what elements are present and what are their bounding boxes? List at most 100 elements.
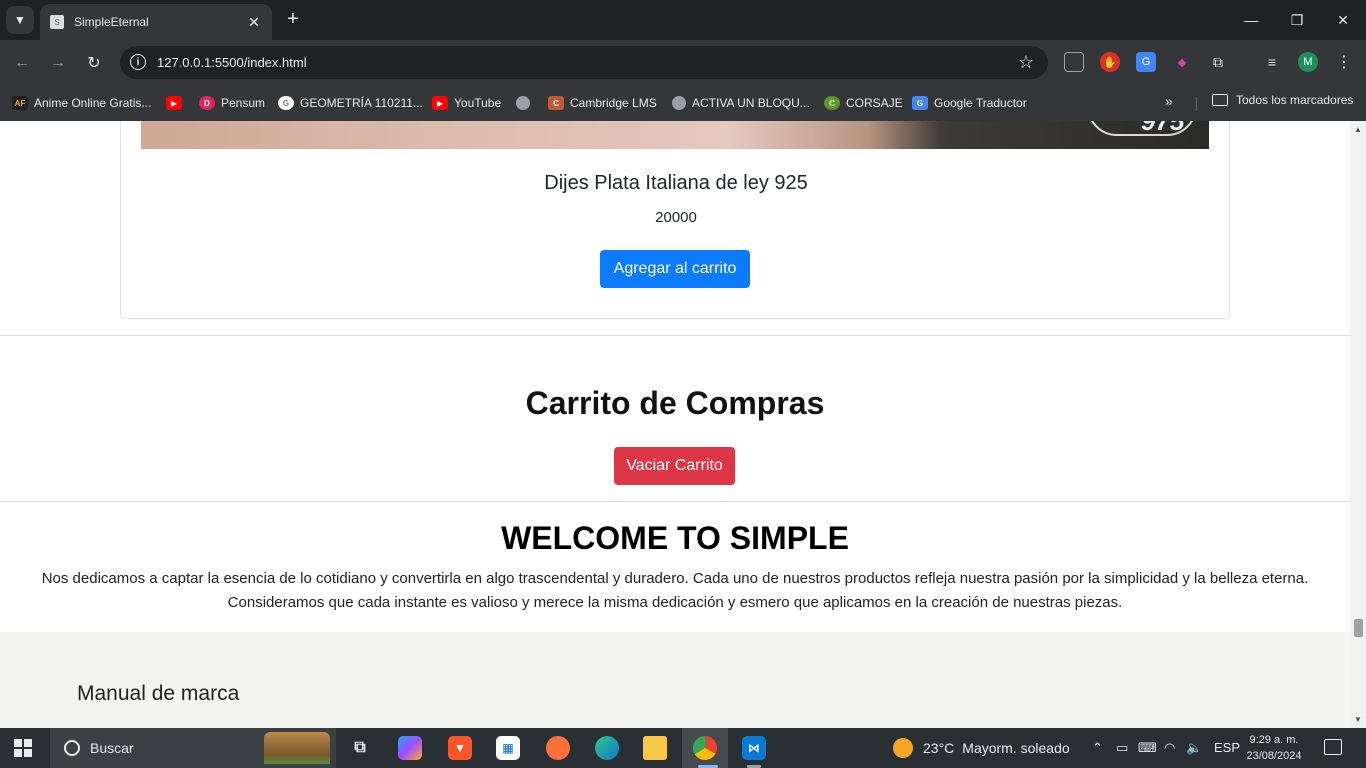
- adblock-hand-icon[interactable]: ✋: [1100, 52, 1120, 72]
- url-text[interactable]: 127.0.0.1:5500/index.html: [157, 55, 307, 70]
- section-divider: [0, 501, 1350, 502]
- site-favicon-icon: S: [50, 15, 64, 29]
- cambridge-shield-icon: C: [548, 96, 564, 110]
- bookmark-activa-bloque[interactable]: ACTIVA UN BLOQU...: [672, 93, 810, 113]
- folder-icon: [1212, 94, 1228, 106]
- pensum-d-icon: D: [199, 96, 215, 110]
- all-bookmarks-button[interactable]: Todos los marcadores: [1212, 93, 1353, 107]
- scroll-thumb[interactable]: [1354, 619, 1363, 637]
- weather-widget[interactable]: 23°C Mayorm. soleado: [893, 738, 1070, 758]
- youtube-icon: ▶: [432, 96, 448, 110]
- product-name: Dijes Plata Italiana de ley 925: [544, 172, 808, 194]
- clock-date: 23/08/2024: [1246, 750, 1302, 762]
- scroll-down-arrow-icon[interactable]: ▼: [1354, 715, 1362, 724]
- reload-icon[interactable]: ↻: [82, 51, 106, 75]
- weather-sun-icon: [893, 738, 913, 758]
- lens-search-icon[interactable]: [1064, 52, 1084, 72]
- notification-center-icon[interactable]: [1324, 739, 1342, 755]
- translate-extension-icon[interactable]: G: [1136, 52, 1156, 72]
- language-indicator[interactable]: ESP: [1214, 740, 1240, 755]
- bookmark-youtube-shortcut[interactable]: ▶: [166, 93, 188, 113]
- product-card: 975 Dijes Plata Italiana de ley 925 2000…: [120, 121, 1230, 319]
- window-close-icon[interactable]: ✕: [1320, 0, 1366, 40]
- weather-description: Mayorm. soleado: [962, 740, 1070, 756]
- window-restore-icon[interactable]: ❐: [1274, 0, 1320, 40]
- bookmark-geometria[interactable]: G GEOMETRÍA 110211...: [278, 93, 423, 113]
- taskbar: Buscar ⧉ ▼ ▦ ⋈ 23°C Mayorm. soleado ⌃ ▭ …: [0, 728, 1366, 768]
- vscode-icon[interactable]: ⋈: [742, 736, 766, 760]
- globe-icon: [516, 96, 530, 110]
- chrome-icon[interactable]: [693, 736, 717, 760]
- tab-title: SimpleEternal: [74, 15, 149, 29]
- browser-toolbar: ← → ↻ i 127.0.0.1:5500/index.html ☆ ✋ G …: [0, 40, 1366, 85]
- volume-speaker-icon[interactable]: 🔈: [1186, 740, 1202, 756]
- clock-time: 9:29 a. m.: [1249, 734, 1299, 746]
- copilot-icon[interactable]: [398, 736, 422, 760]
- cart-title: Carrito de Compras: [525, 385, 825, 421]
- bookmark-globe-shortcut[interactable]: [516, 93, 536, 113]
- video-extension-icon[interactable]: ◆: [1172, 52, 1192, 72]
- footer: Manual de marca: [0, 632, 1350, 728]
- product-image-tag-text: 975: [1141, 121, 1185, 136]
- taskbar-search-label: Buscar: [90, 740, 134, 756]
- google-translate-icon: G: [912, 96, 928, 110]
- tab-strip: ▼ S SimpleEternal ✕ + — ❐ ✕: [0, 0, 1366, 40]
- tab-close-icon[interactable]: ✕: [246, 14, 262, 31]
- google-icon: G: [278, 96, 294, 110]
- bookmark-google-traductor[interactable]: G Google Traductor: [912, 93, 1027, 113]
- kebab-menu-icon[interactable]: ⋮: [1334, 52, 1354, 72]
- scroll-up-arrow-icon[interactable]: ▲: [1354, 125, 1362, 134]
- tab-simpleeternal[interactable]: S SimpleEternal ✕: [40, 4, 272, 40]
- input-method-icon[interactable]: ⌨: [1138, 740, 1157, 756]
- media-control-icon[interactable]: ≡: [1262, 52, 1282, 72]
- microsoft-store-icon[interactable]: ▦: [496, 736, 520, 760]
- welcome-line-2: Consideramos que cada instante es valios…: [227, 594, 1123, 611]
- bookmark-corsaje[interactable]: C CORSAJE: [824, 93, 903, 113]
- extensions-puzzle-icon[interactable]: ⧉: [1208, 52, 1228, 72]
- bookmark-youtube[interactable]: ▶ YouTube: [432, 93, 501, 113]
- address-bar[interactable]: i 127.0.0.1:5500/index.html ☆: [120, 46, 1048, 79]
- bookmark-pensum[interactable]: D Pensum: [199, 93, 265, 113]
- forward-arrow-icon[interactable]: →: [46, 51, 70, 75]
- empty-cart-button[interactable]: Vaciar Carrito: [614, 447, 735, 485]
- bookmarks-divider: [1196, 97, 1197, 111]
- corsaje-icon: C: [824, 96, 840, 110]
- firefox-icon[interactable]: [546, 736, 570, 760]
- site-info-icon[interactable]: i: [130, 54, 146, 70]
- bookmark-cambridge-lms[interactable]: C Cambridge LMS: [548, 93, 657, 113]
- product-image: 975: [141, 121, 1209, 149]
- edge-icon[interactable]: [595, 736, 619, 760]
- tray-overflow-chevron-up-icon[interactable]: ⌃: [1092, 740, 1103, 756]
- wifi-icon[interactable]: ◠: [1164, 740, 1175, 756]
- brave-browser-icon[interactable]: ▼: [448, 736, 472, 760]
- footer-brand-manual-heading: Manual de marca: [77, 682, 240, 705]
- windows-start-icon[interactable]: [14, 739, 32, 757]
- back-arrow-icon[interactable]: ←: [10, 51, 34, 75]
- welcome-description: Nos dedicamos a captar la esencia de lo …: [0, 567, 1350, 615]
- window-minimize-icon[interactable]: —: [1228, 0, 1274, 40]
- bookmark-anime-online[interactable]: AF Anime Online Gratis...: [12, 93, 151, 113]
- bookmark-star-icon[interactable]: ☆: [1018, 52, 1034, 73]
- section-divider: [0, 335, 1350, 336]
- meet-camera-icon[interactable]: ▭: [1116, 740, 1128, 756]
- file-explorer-folder-icon[interactable]: [643, 736, 667, 760]
- add-to-cart-button[interactable]: Agregar al carrito: [600, 250, 750, 288]
- globe-icon: [672, 96, 686, 110]
- taskbar-search-box[interactable]: Buscar: [50, 728, 336, 768]
- weather-temperature: 23°C: [923, 740, 955, 756]
- search-icon: [64, 740, 80, 756]
- tab-search-chevron-down-icon[interactable]: ▼: [6, 6, 34, 34]
- system-clock[interactable]: 9:29 a. m. 23/08/2024: [1246, 732, 1302, 764]
- page-viewport: 975 Dijes Plata Italiana de ley 925 2000…: [0, 121, 1366, 728]
- search-highlight-image: [264, 732, 330, 764]
- profile-avatar[interactable]: M: [1298, 52, 1318, 72]
- product-price: 20000: [655, 209, 697, 226]
- welcome-line-1: Nos dedicamos a captar la esencia de lo …: [41, 570, 1309, 587]
- page-scrollbar[interactable]: ▲ ▼: [1350, 121, 1366, 728]
- new-tab-plus-icon[interactable]: +: [282, 9, 304, 31]
- bookmarks-bar: AF Anime Online Gratis... ▶ D Pensum G G…: [0, 85, 1366, 121]
- youtube-icon: ▶: [166, 96, 182, 110]
- task-view-icon[interactable]: ⧉: [348, 736, 372, 760]
- welcome-title: WELCOME TO SIMPLE: [501, 520, 849, 556]
- bookmarks-overflow-chevron-icon[interactable]: »: [1165, 93, 1173, 109]
